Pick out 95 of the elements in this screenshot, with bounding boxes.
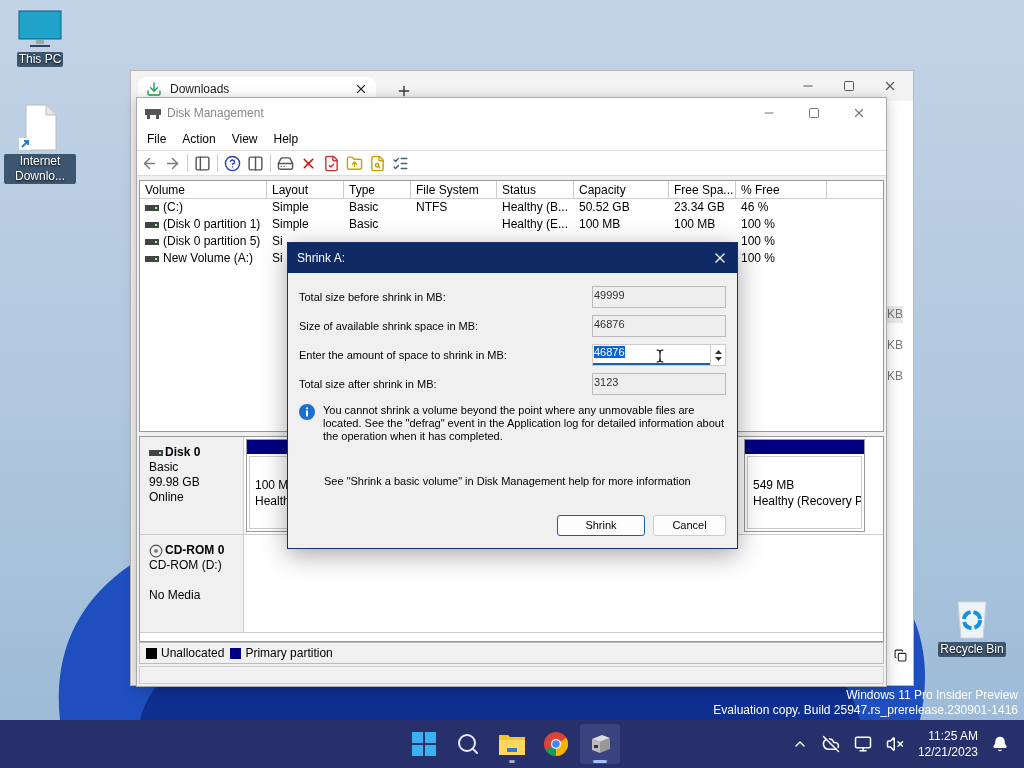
folder-icon [499, 733, 525, 755]
disk-info: No Media [149, 588, 202, 603]
network-icon[interactable] [853, 735, 872, 753]
partition-size: 549 MB [753, 476, 796, 493]
drive-icon[interactable] [277, 154, 294, 172]
table-cell: Si [272, 250, 283, 267]
disk-name: Disk 0 [165, 445, 201, 460]
close-icon[interactable] [883, 79, 897, 93]
table-cell: 100 MB [579, 216, 621, 233]
readonly-field: 49999 [592, 286, 726, 308]
disk-info: Basic [149, 460, 180, 475]
table-cell: 100 % [741, 233, 776, 250]
table-cell: (Disk 0 partition 1) [163, 216, 261, 233]
restore-icon[interactable] [894, 649, 907, 662]
table-cell: 100 % [741, 216, 776, 233]
dialog-title: Shrink A: [297, 250, 347, 267]
column-header[interactable]: Free Spa... [669, 181, 736, 198]
maximize-icon[interactable] [843, 80, 855, 92]
menu-item[interactable]: Help [267, 130, 305, 148]
tab-title: Downloads [170, 81, 231, 98]
table-cell: Basic [349, 216, 379, 233]
search-icon [456, 732, 480, 756]
column-header[interactable]: Type [344, 181, 411, 198]
table-cell: (C:) [163, 199, 183, 216]
disk-info: 99.98 GB [149, 475, 201, 490]
clock[interactable]: 11:25 AM 12/21/2023 [917, 728, 978, 760]
help-icon[interactable] [224, 154, 241, 172]
table-cell: Healthy (E... [502, 216, 569, 233]
panel-icon[interactable] [194, 154, 211, 172]
field-label: Enter the amount of space to shrink in MB: [299, 347, 508, 363]
cloud-icon[interactable] [821, 735, 840, 753]
drive-icon [145, 204, 159, 211]
menu-item[interactable]: Action [176, 130, 222, 148]
table-cell: Healthy (B... [502, 199, 569, 216]
column-header[interactable]: % Free [736, 181, 827, 198]
field-label: Size of available shrink space in MB: [299, 318, 480, 334]
table-cell: Simple [272, 216, 309, 233]
table-cell: 100 MB [674, 216, 716, 233]
spin-buttons[interactable] [710, 345, 725, 365]
table-cell: Simple [272, 199, 309, 216]
desktop-icon-label[interactable]: This PC [16, 52, 64, 67]
partition-size: 100 M [255, 476, 289, 493]
table-cell: New Volume (A:) [163, 250, 254, 267]
maximize-icon[interactable] [808, 107, 820, 119]
drive-icon [149, 449, 163, 456]
new-tab-icon[interactable] [396, 83, 412, 99]
help-text: See "Shrink a basic volume" in Disk Management help for more information [324, 474, 692, 489]
table-cell: 50.52 GB [579, 199, 630, 216]
column-header[interactable]: Capacity [574, 181, 669, 198]
app-icon [145, 106, 161, 120]
disk-name: CD-ROM 0 [165, 543, 225, 558]
column-header[interactable]: Layout [267, 181, 344, 198]
size-text: KB [886, 337, 903, 354]
legend-label: Unallocated [161, 645, 225, 662]
desktop-icon-label[interactable]: Internet Downlo... [4, 154, 76, 184]
start-icon [412, 732, 436, 756]
disk-info: CD-ROM (D:) [149, 558, 223, 573]
menu-item[interactable]: File [141, 130, 173, 148]
table-cell: 23.34 GB [674, 199, 725, 216]
table-cell: (Disk 0 partition 5) [163, 233, 261, 250]
readonly-field: 46876 [592, 315, 726, 337]
drive-icon [145, 255, 159, 262]
browser-icon [544, 732, 568, 756]
columns-icon[interactable] [247, 154, 264, 172]
readonly-field: 3123 [592, 373, 726, 395]
dialog-button[interactable]: Shrink [557, 515, 645, 536]
field-label: Total size before shrink in MB: [299, 289, 447, 305]
menu-item[interactable]: View [225, 130, 264, 148]
legend-label: Primary partition [245, 645, 333, 662]
disc-icon [149, 543, 163, 558]
disk-info: Online [149, 490, 185, 505]
column-header[interactable]: File System [411, 181, 497, 198]
dialog-button[interactable]: Cancel [653, 515, 726, 536]
taskbar-app[interactable] [580, 724, 620, 764]
info-icon [299, 404, 315, 420]
table-cell: NTFS [416, 199, 448, 216]
field-label: Total size after shrink in MB: [299, 376, 438, 392]
muted-speaker-icon[interactable] [885, 735, 904, 753]
close-tab-icon[interactable] [354, 82, 368, 96]
download-icon [146, 81, 162, 97]
drive-icon [145, 238, 159, 245]
column-header[interactable]: Volume [140, 181, 267, 198]
size-text: KB [886, 368, 903, 385]
window-title: Disk Management [167, 105, 265, 122]
column-header[interactable]: Status [497, 181, 574, 198]
notification-icon[interactable] [992, 736, 1008, 752]
check-document-icon[interactable] [323, 154, 340, 172]
table-cell: 46 % [741, 199, 769, 216]
monitor-icon[interactable] [18, 10, 62, 50]
table-cell: 100 % [741, 250, 776, 267]
drive-icon [145, 221, 159, 228]
desktop-icon-label[interactable]: Recycle Bin [938, 642, 1006, 657]
table-cell: Basic [349, 199, 379, 216]
table-cell: Si [272, 233, 283, 250]
info-text: You cannot shrink a volume beyond the point where any unmovable files are located. See the "defrag" event in the Application log for detailed information about the operation when it has completed. [323, 404, 726, 443]
